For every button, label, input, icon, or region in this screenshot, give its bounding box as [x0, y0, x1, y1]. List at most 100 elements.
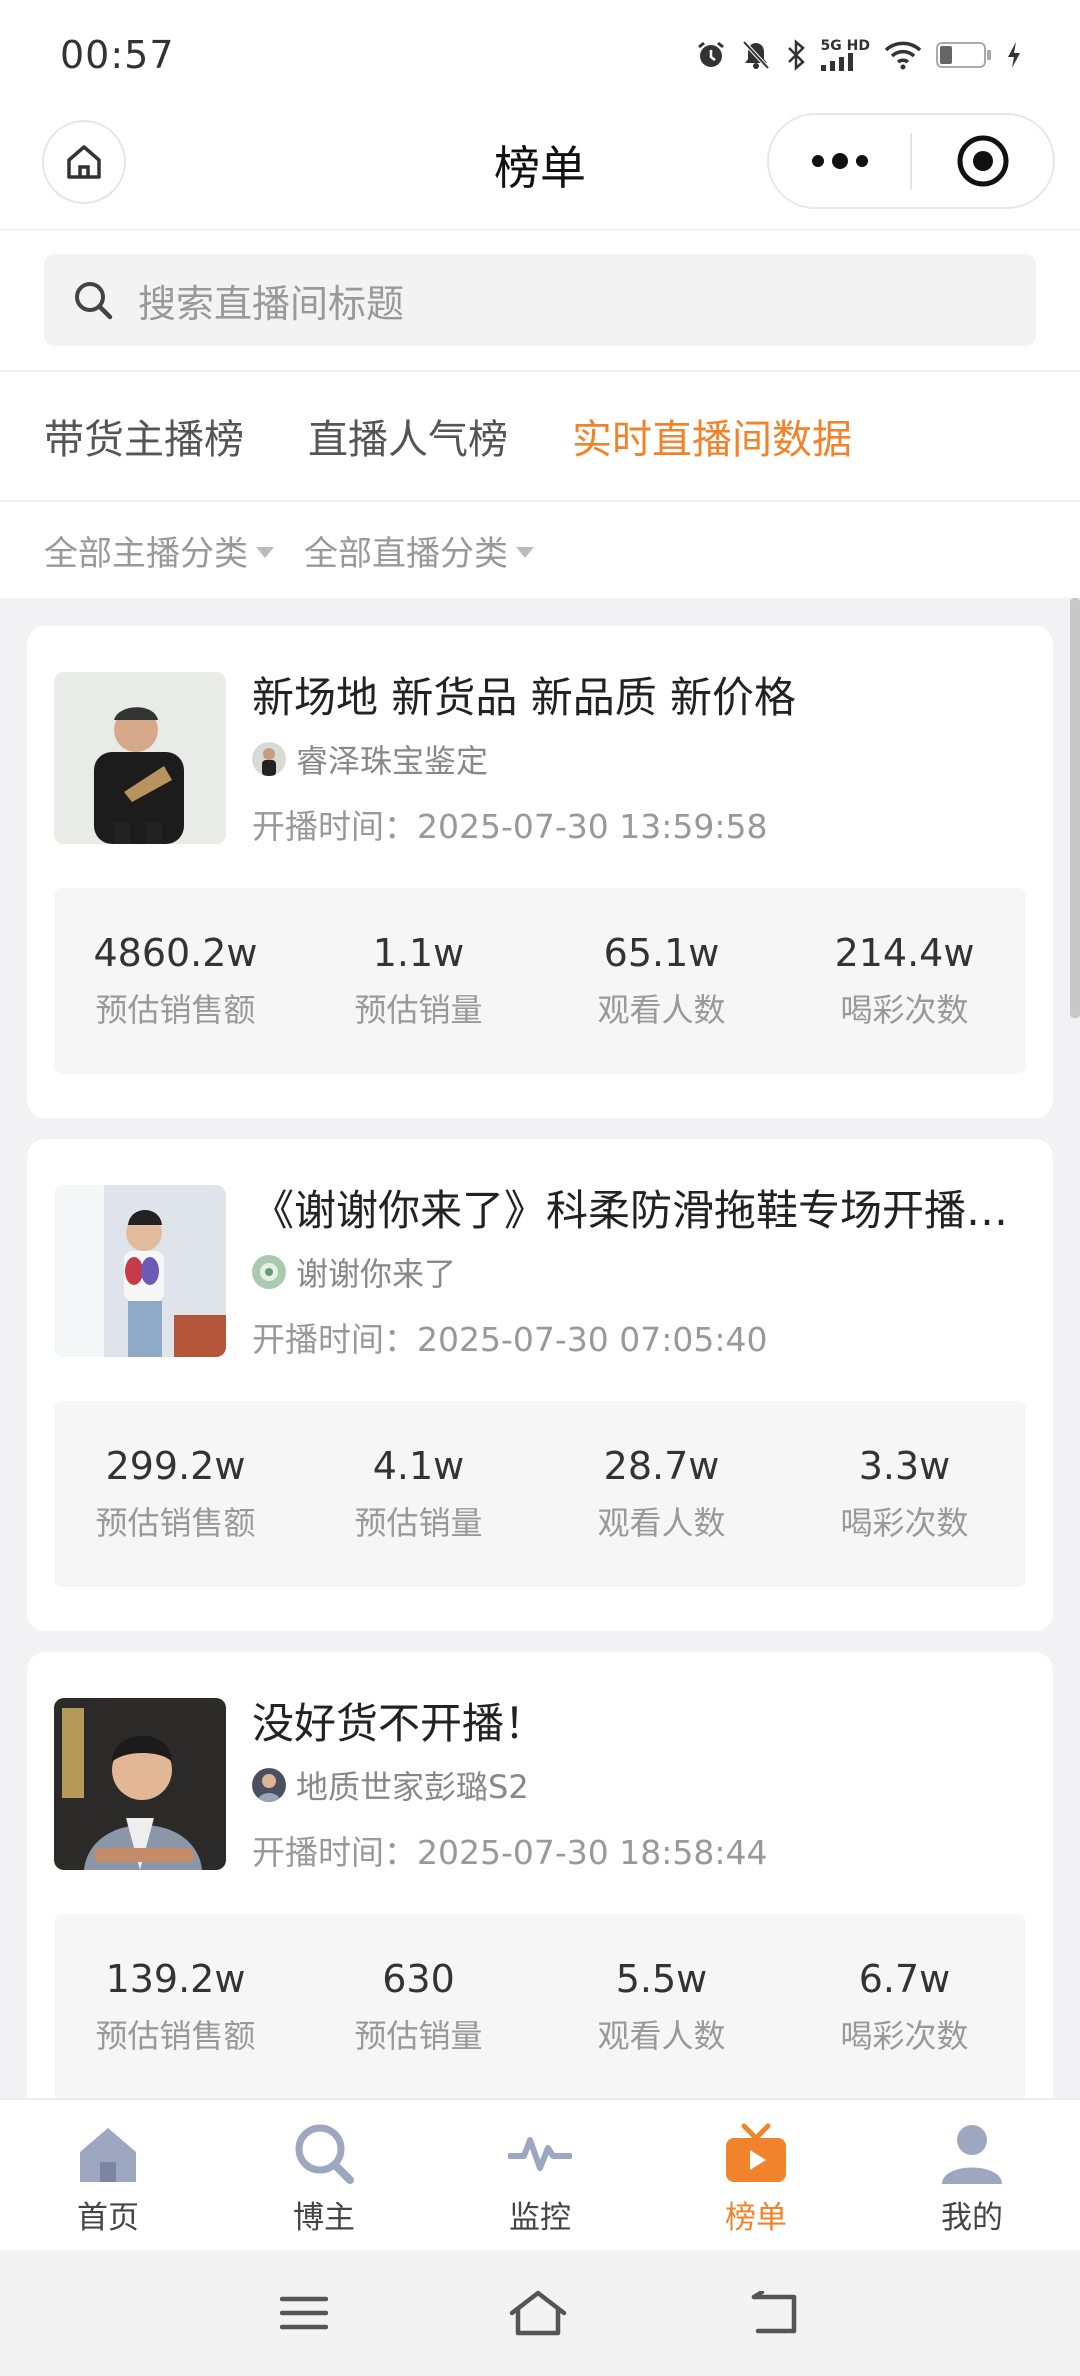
avatar [252, 742, 286, 776]
live-room-card[interactable]: 《谢谢你来了》科柔防滑拖鞋专场开播… 谢谢你来了 开播时间：2025-07-30… [27, 1139, 1053, 1631]
menu-icon[interactable] [280, 2293, 328, 2333]
live-room-title: 新场地 新货品 新品质 新价格 [252, 673, 797, 722]
stats-panel: 4860.2w 预估销售额 1.1w 预估销量 65.1w 观看人数 214.4… [54, 888, 1026, 1074]
stat-label: 预估销售额 [95, 1504, 256, 1542]
avatar [252, 1255, 286, 1289]
anchor-name: 谢谢你来了 [296, 1255, 457, 1293]
stat-label: 预估销售额 [95, 991, 256, 1029]
bluetooth-icon [787, 39, 805, 71]
anchor-info[interactable]: 谢谢你来了 [252, 1249, 456, 1295]
search-icon [295, 2124, 354, 2184]
stat-sales-volume: 1.1w 预估销量 [297, 888, 540, 1074]
stat-viewers: 5.5w 观看人数 [540, 1914, 783, 2098]
filter-label: 全部主播分类 [44, 533, 248, 574]
status-time: 00:57 [60, 33, 175, 77]
filter-label: 全部直播分类 [304, 533, 508, 574]
tabbar-label: 监控 [509, 2200, 571, 2236]
stat-value: 5.5w [615, 1957, 708, 2001]
tabbar-item-blogger[interactable]: 博主 [216, 2100, 432, 2250]
live-room-card[interactable]: 没好货不开播！ 地质世家彭璐S2 开播时间：2025-07-30 18:58:4… [27, 1652, 1053, 2098]
network-label: 5G HD [820, 38, 870, 54]
tabbar-item-ranking[interactable]: 榜单 [648, 2100, 864, 2250]
live-room-thumbnail [54, 1185, 226, 1357]
tab-live-popularity-ranking[interactable]: 直播人气榜 [308, 407, 508, 465]
stat-label: 喝彩次数 [840, 2017, 969, 2055]
stat-sales-volume: 630 预估销量 [297, 1914, 540, 2098]
mini-program-capsule [767, 113, 1055, 209]
battery-icon [936, 42, 991, 68]
stat-label: 预估销量 [354, 991, 483, 1029]
stat-sales-volume: 4.1w 预估销量 [297, 1401, 540, 1587]
live-room-title: 《谢谢你来了》科柔防滑拖鞋专场开播… [252, 1186, 1009, 1235]
nav-bar: 榜单 [0, 110, 1080, 230]
tabbar-label: 榜单 [725, 2200, 787, 2236]
live-room-title: 没好货不开播！ [252, 1699, 547, 1748]
stat-value: 630 [382, 1957, 455, 2001]
target-close-icon [957, 135, 1008, 187]
mute-bell-icon [742, 40, 770, 70]
more-button[interactable] [769, 151, 910, 171]
live-room-list[interactable]: 新场地 新货品 新品质 新价格 睿泽珠宝鉴定 开播时间：2025-07-30 1… [0, 598, 1080, 2098]
home-icon [80, 2128, 136, 2182]
stat-label: 观看人数 [597, 1504, 726, 1542]
search-input[interactable]: 搜索直播间标题 [44, 254, 1036, 346]
anchor-name: 地质世家彭璐S2 [296, 1768, 529, 1806]
stat-label: 喝彩次数 [840, 991, 969, 1029]
avatar [252, 1768, 286, 1802]
live-room-thumbnail [54, 1698, 226, 1870]
stat-value: 299.2w [105, 1444, 246, 1488]
back-icon[interactable] [748, 2291, 800, 2335]
stat-label: 喝彩次数 [840, 1504, 969, 1542]
charging-icon [1008, 42, 1020, 68]
tabbar-item-home[interactable]: 首页 [0, 2100, 216, 2250]
tabbar-label: 我的 [941, 2200, 1003, 2236]
close-program-button[interactable] [912, 133, 1053, 189]
stat-label: 观看人数 [597, 2017, 726, 2055]
stat-cheers: 214.4w 喝彩次数 [783, 888, 1026, 1074]
stat-value: 28.7w [603, 1444, 720, 1488]
ranking-tabs: 带货主播榜 直播人气榜 实时直播间数据 [0, 372, 1080, 502]
status-bar: 00:57 5G HD [0, 0, 1080, 110]
stats-panel: 299.2w 预估销售额 4.1w 预估销量 28.7w 观看人数 3.3w 喝… [54, 1401, 1026, 1587]
anchor-info[interactable]: 地质世家彭璐S2 [252, 1762, 529, 1808]
status-icons: 5G HD [695, 39, 1022, 71]
stat-label: 预估销量 [354, 1504, 483, 1542]
signal-icon [820, 53, 853, 71]
dropdown-caret-icon [516, 546, 534, 558]
user-icon [942, 2125, 1002, 2184]
start-time: 开播时间：2025-07-30 13:59:58 [252, 807, 768, 846]
anchor-info[interactable]: 睿泽珠宝鉴定 [252, 736, 488, 782]
stat-cheers: 6.7w 喝彩次数 [783, 1914, 1026, 2098]
stat-viewers: 28.7w 观看人数 [540, 1401, 783, 1587]
start-time: 开播时间：2025-07-30 07:05:40 [252, 1320, 768, 1359]
live-room-card[interactable]: 新场地 新货品 新品质 新价格 睿泽珠宝鉴定 开播时间：2025-07-30 1… [27, 626, 1053, 1118]
tabbar-item-mine[interactable]: 我的 [864, 2100, 1080, 2250]
system-nav-bar [0, 2250, 1080, 2376]
list-scrollbar[interactable] [1070, 598, 1080, 1018]
live-category-filter[interactable]: 全部直播分类 [304, 526, 534, 575]
stat-sales-amount: 4860.2w 预估销售额 [54, 888, 297, 1074]
anchor-category-filter[interactable]: 全部主播分类 [44, 526, 274, 575]
tab-sales-anchor-ranking[interactable]: 带货主播榜 [44, 407, 244, 465]
home-nav-icon[interactable] [508, 2289, 568, 2337]
stat-value: 139.2w [105, 1957, 246, 2001]
stat-label: 观看人数 [597, 991, 726, 1029]
stat-sales-amount: 299.2w 预估销售额 [54, 1401, 297, 1587]
stat-value: 6.7w [858, 1957, 951, 2001]
stat-viewers: 65.1w 观看人数 [540, 888, 783, 1074]
stat-value: 3.3w [858, 1444, 951, 1488]
bottom-tab-bar: 首页 博主 监控 榜单 我的 [0, 2098, 1080, 2250]
more-dots-icon [811, 153, 868, 169]
stat-cheers: 3.3w 喝彩次数 [783, 1401, 1026, 1587]
tv-icon [726, 2123, 786, 2182]
wifi-icon [884, 41, 922, 70]
tab-realtime-live-data[interactable]: 实时直播间数据 [572, 407, 852, 465]
search-placeholder: 搜索直播间标题 [138, 281, 405, 326]
tabbar-item-monitor[interactable]: 监控 [432, 2100, 648, 2250]
search-icon [75, 282, 113, 320]
pulse-icon [508, 2137, 572, 2171]
stat-value: 1.1w [372, 931, 465, 975]
stats-panel: 139.2w 预估销售额 630 预估销量 5.5w 观看人数 6.7w 喝彩次… [54, 1914, 1026, 2098]
stat-label: 预估销售额 [95, 2017, 256, 2055]
tabbar-label: 博主 [293, 2200, 355, 2236]
